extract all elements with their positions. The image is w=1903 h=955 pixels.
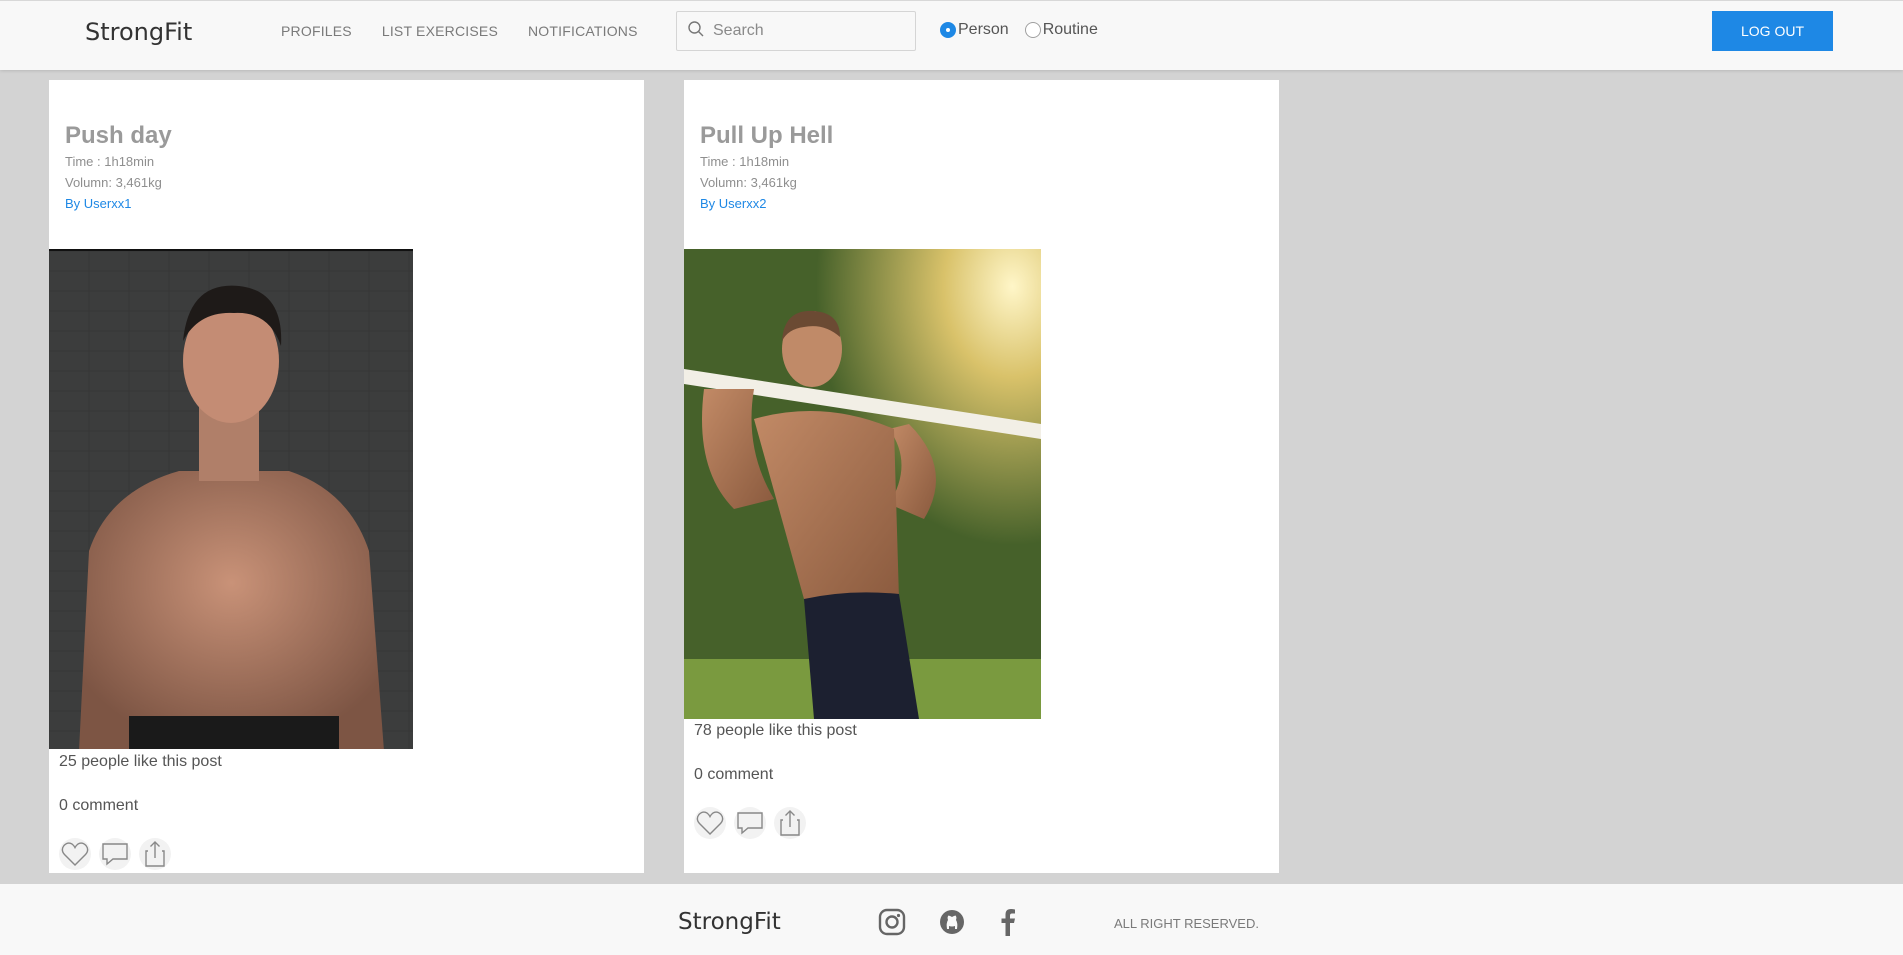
- brand-logo-text[interactable]: StrongFit: [85, 18, 192, 46]
- nav-item-list-exercises[interactable]: LIST EXERCISES: [382, 23, 498, 39]
- radio-routine-label: Routine: [1042, 21, 1098, 38]
- main-nav: PROFILES LIST EXERCISES NOTIFICATIONS: [281, 23, 638, 39]
- post-author-link[interactable]: By Userxx1: [65, 196, 131, 211]
- comment-button[interactable]: [99, 838, 131, 870]
- share-button[interactable]: [139, 838, 171, 870]
- search-type-radio-group: Person Routine: [940, 21, 1098, 39]
- post-title: Push day: [65, 122, 172, 149]
- share-icon: [780, 810, 800, 836]
- post-card: Push day Time : 1h18min Volumn: 3,461kg …: [49, 80, 644, 873]
- post-actions: [694, 807, 806, 839]
- share-icon: [145, 841, 165, 867]
- share-button[interactable]: [774, 807, 806, 839]
- instagram-icon[interactable]: [878, 908, 906, 941]
- comment-button[interactable]: [734, 807, 766, 839]
- logout-button[interactable]: LOG OUT: [1712, 11, 1833, 51]
- like-button[interactable]: [694, 807, 726, 839]
- post-author-link[interactable]: By Userxx2: [700, 196, 766, 211]
- post-title: Pull Up Hell: [700, 122, 834, 149]
- copyright-text: ALL RIGHT RESERVED.: [1114, 916, 1259, 931]
- post-image: [49, 249, 413, 749]
- post-actions: [59, 838, 171, 870]
- facebook-icon[interactable]: [998, 908, 1018, 941]
- heart-icon: [61, 842, 89, 866]
- radio-person-label: Person: [958, 21, 1009, 38]
- nav-item-notifications[interactable]: NOTIFICATIONS: [528, 23, 638, 39]
- search-input[interactable]: [713, 22, 903, 40]
- post-time: Time : 1h18min: [700, 154, 790, 169]
- github-icon[interactable]: [938, 908, 966, 941]
- radio-person-dot[interactable]: [940, 22, 956, 38]
- post-card: Pull Up Hell Time : 1h18min Volumn: 3,46…: [684, 80, 1279, 873]
- radio-routine[interactable]: Routine: [1024, 21, 1098, 39]
- post-image: [684, 249, 1041, 719]
- like-count: 25 people like this post: [59, 753, 222, 770]
- footer: StrongFit ALL RIGHT RESERVED.: [0, 884, 1903, 955]
- search-box: [676, 11, 916, 51]
- post-time: Time : 1h18min: [65, 154, 155, 169]
- search-icon: [687, 20, 705, 43]
- post-volume: Volumn: 3,461kg: [700, 175, 797, 190]
- like-count: 78 people like this post: [694, 722, 857, 739]
- footer-brand: StrongFit: [678, 909, 781, 935]
- post-volume: Volumn: 3,461kg: [65, 175, 162, 190]
- heart-icon: [696, 811, 724, 835]
- like-button[interactable]: [59, 838, 91, 870]
- comment-count[interactable]: 0 comment: [59, 797, 138, 815]
- nav-item-profiles[interactable]: PROFILES: [281, 23, 352, 39]
- radio-routine-dot[interactable]: [1024, 22, 1041, 38]
- comment-count[interactable]: 0 comment: [694, 766, 773, 784]
- radio-person[interactable]: Person: [940, 21, 1009, 39]
- top-navbar: StrongFit PROFILES LIST EXERCISES NOTIFI…: [0, 0, 1903, 70]
- comment-icon: [737, 812, 763, 835]
- comment-icon: [102, 843, 128, 866]
